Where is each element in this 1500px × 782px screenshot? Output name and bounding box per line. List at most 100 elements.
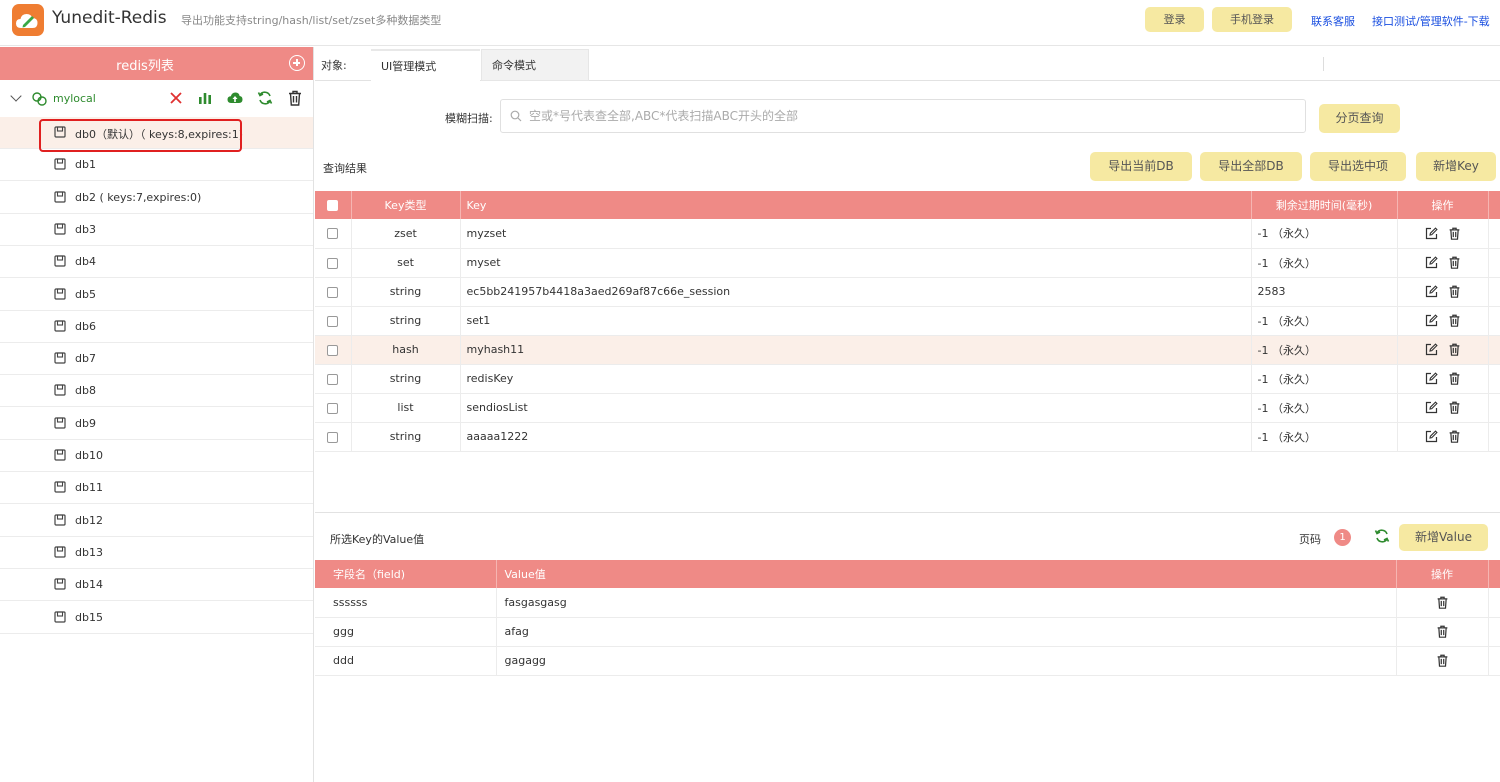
- row-checkbox-cell[interactable]: [315, 364, 352, 394]
- stats-chart-icon[interactable]: [197, 90, 213, 106]
- export-current-db-button[interactable]: 导出当前DB: [1090, 152, 1192, 181]
- chevron-down-icon[interactable]: [10, 90, 22, 102]
- delete-icon[interactable]: [1436, 625, 1449, 639]
- sidebar-item-db11[interactable]: db11: [0, 472, 313, 505]
- refresh-values-icon[interactable]: [1374, 528, 1390, 544]
- row-checkbox[interactable]: [327, 344, 339, 356]
- sidebar-item-db13[interactable]: db13: [0, 537, 313, 569]
- row-checkbox-cell[interactable]: [315, 248, 352, 278]
- delete-icon[interactable]: [1436, 596, 1449, 609]
- key-name-cell[interactable]: sendiosList: [460, 393, 1252, 423]
- sidebar-item-db4[interactable]: db4: [0, 246, 313, 279]
- delete-icon[interactable]: [1448, 430, 1461, 444]
- row-checkbox-cell[interactable]: [315, 393, 352, 423]
- edit-icon[interactable]: [1425, 401, 1438, 414]
- app-window: Yunedit-Redis 导出功能支持string/hash/list/set…: [0, 0, 1500, 782]
- sidebar-item-db3[interactable]: db3: [0, 214, 313, 246]
- spacer-cell: [1488, 219, 1500, 249]
- sidebar-item-db8[interactable]: db8: [0, 375, 313, 408]
- tab-ui-mode[interactable]: UI管理模式: [371, 49, 480, 81]
- download-link[interactable]: 接口测试/管理软件-下载: [1372, 13, 1490, 29]
- key-name-cell[interactable]: set1: [460, 306, 1252, 336]
- row-checkbox-cell[interactable]: [315, 306, 352, 336]
- sidebar-item-db14[interactable]: db14: [0, 569, 313, 602]
- delete-icon[interactable]: [1448, 256, 1461, 270]
- add-connection-icon[interactable]: [289, 55, 305, 71]
- edit-icon[interactable]: [1425, 314, 1438, 327]
- row-checkbox[interactable]: [327, 402, 339, 414]
- value-row[interactable]: ddd gagagg: [315, 646, 1500, 676]
- key-name-cell[interactable]: myhash11: [460, 335, 1252, 365]
- sidebar-item-db7[interactable]: db7: [0, 343, 313, 376]
- delete-icon[interactable]: [1448, 314, 1461, 328]
- row-checkbox[interactable]: [327, 431, 339, 443]
- tab-command-mode[interactable]: 命令模式: [481, 49, 589, 81]
- row-checkbox-cell[interactable]: [315, 219, 352, 249]
- edit-icon[interactable]: [1425, 285, 1438, 298]
- key-name-cell[interactable]: myset: [460, 248, 1252, 278]
- phone-login-button[interactable]: 手机登录: [1212, 7, 1292, 32]
- row-checkbox-cell[interactable]: [315, 335, 352, 365]
- refresh-icon[interactable]: [257, 90, 273, 106]
- row-checkbox[interactable]: [327, 286, 339, 298]
- table-row[interactable]: string redisKey -1 （永久）: [315, 364, 1500, 394]
- delete-icon[interactable]: [1448, 227, 1461, 240]
- key-name-cell[interactable]: myzset: [460, 219, 1252, 249]
- sidebar-item-db0[interactable]: db0（默认）（ keys:8,expires:1): [0, 117, 313, 149]
- table-row[interactable]: hash myhash11 -1 （永久）: [315, 335, 1500, 365]
- table-row[interactable]: string aaaaa1222 -1 （永久）: [315, 422, 1500, 452]
- edit-icon[interactable]: [1425, 430, 1438, 443]
- table-row[interactable]: zset myzset -1 （永久）: [315, 219, 1500, 249]
- fuzzy-scan-input[interactable]: [529, 106, 1289, 126]
- delete-icon[interactable]: [1436, 654, 1449, 668]
- sidebar-item-db5[interactable]: db5: [0, 279, 313, 311]
- cloud-upload-icon[interactable]: [227, 90, 243, 106]
- connection-row[interactable]: mylocal: [0, 84, 313, 114]
- database-icon: [54, 126, 66, 138]
- edit-icon[interactable]: [1425, 227, 1438, 240]
- delete-icon[interactable]: [1448, 401, 1461, 415]
- table-row[interactable]: set myset -1 （永久）: [315, 248, 1500, 278]
- row-checkbox-cell[interactable]: [315, 422, 352, 452]
- login-button[interactable]: 登录: [1145, 7, 1204, 32]
- sidebar-item-db10[interactable]: db10: [0, 440, 313, 472]
- export-all-db-button[interactable]: 导出全部DB: [1200, 152, 1302, 181]
- close-connection-icon[interactable]: [168, 90, 184, 106]
- page-query-button[interactable]: 分页查询: [1319, 104, 1400, 133]
- value-row[interactable]: ssssss fasgasgasg: [315, 588, 1500, 618]
- contact-support-link[interactable]: 联系客服: [1311, 13, 1355, 29]
- add-key-button[interactable]: 新增Key: [1416, 152, 1496, 181]
- key-name-cell[interactable]: ec5bb241957b4418a3aed269af87c66e_session: [460, 277, 1252, 307]
- delete-icon[interactable]: [1448, 343, 1461, 357]
- sidebar-item-db1[interactable]: db1: [0, 149, 313, 182]
- page-number-badge[interactable]: 1: [1334, 529, 1351, 546]
- sidebar-item-db6[interactable]: db6: [0, 311, 313, 343]
- add-value-button[interactable]: 新增Value: [1399, 524, 1488, 551]
- edit-icon[interactable]: [1425, 372, 1438, 385]
- sidebar-item-label: db10: [75, 449, 103, 462]
- key-name-cell[interactable]: aaaaa1222: [460, 422, 1252, 452]
- sidebar-item-db12[interactable]: db12: [0, 505, 313, 537]
- edit-icon[interactable]: [1425, 343, 1438, 356]
- row-checkbox[interactable]: [327, 373, 339, 385]
- delete-icon[interactable]: [1448, 372, 1461, 386]
- sidebar-item-db2[interactable]: db2 ( keys:7,expires:0): [0, 182, 313, 214]
- value-row[interactable]: ggg afag: [315, 617, 1500, 647]
- row-checkbox-cell[interactable]: [315, 277, 352, 307]
- table-row[interactable]: string ec5bb241957b4418a3aed269af87c66e_s…: [315, 277, 1500, 307]
- export-selected-button[interactable]: 导出选中项: [1310, 152, 1406, 181]
- trash-icon[interactable]: [287, 90, 303, 106]
- delete-icon[interactable]: [1448, 285, 1461, 299]
- row-checkbox[interactable]: [327, 315, 339, 327]
- row-checkbox[interactable]: [327, 257, 339, 269]
- table-row[interactable]: list sendiosList -1 （永久）: [315, 393, 1500, 423]
- row-checkbox[interactable]: [327, 228, 339, 240]
- key-name-cell[interactable]: redisKey: [460, 364, 1252, 394]
- sidebar-item-db9[interactable]: db9: [0, 408, 313, 440]
- fuzzy-scan-field[interactable]: [500, 99, 1306, 133]
- select-all-cell[interactable]: [315, 191, 352, 219]
- sidebar-item-db15[interactable]: db15: [0, 602, 313, 634]
- select-all-checkbox[interactable]: [327, 200, 339, 211]
- edit-icon[interactable]: [1425, 256, 1438, 269]
- table-row[interactable]: string set1 -1 （永久）: [315, 306, 1500, 336]
